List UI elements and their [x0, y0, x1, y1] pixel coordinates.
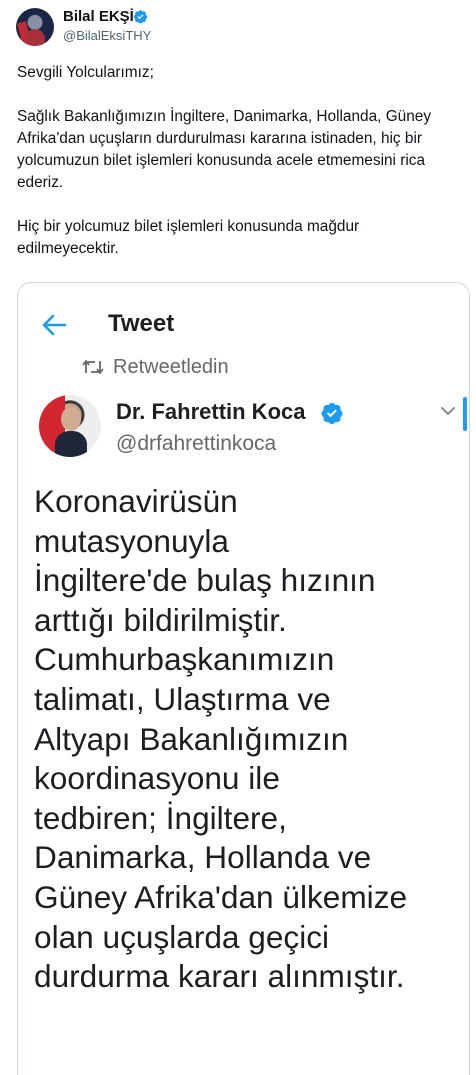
scrollbar-indicator	[463, 397, 467, 431]
embedded-author-name: Dr. Fahrettin Koca	[116, 399, 306, 424]
embedded-page-title: Tweet	[108, 310, 175, 337]
retweet-indicator: Retweetledin	[82, 355, 382, 381]
tweet-header: Bilal EKŞİ @BilalEksiTHY	[14, 6, 462, 50]
attached-image-card[interactable]: Tweet Retweetledin Dr. Fahrettin Koca @d…	[17, 282, 470, 1075]
embedded-verified-badge-icon	[321, 403, 343, 424]
tweet-paragraph-greeting: Sevgili Yolcularımız;	[17, 64, 154, 81]
avatar-face	[61, 407, 81, 431]
retweet-label: Retweetledin	[113, 356, 229, 378]
back-arrow-icon	[42, 314, 67, 336]
tweet-text: Sevgili Yolcularımız; Sağlık Bakanlığımı…	[17, 62, 463, 260]
chevron-down-icon	[441, 407, 455, 416]
avatar-body	[55, 431, 87, 457]
embedded-author-handle: @drfahrettinkoca	[116, 432, 277, 455]
avatar-decoration	[17, 21, 32, 46]
tweet-paragraph-assurance: Hiç bir yolcumuz bilet işlemleri konusun…	[17, 218, 360, 257]
embedded-author-avatar	[39, 395, 101, 457]
tweet-paragraph-announcement: Sağlık Bakanlığımızın İngiltere, Danimar…	[17, 108, 432, 191]
author-avatar[interactable]	[16, 8, 54, 46]
author-name[interactable]: Bilal EKŞİ	[63, 8, 134, 25]
verified-badge-icon	[133, 10, 148, 24]
retweet-icon	[82, 360, 104, 374]
embedded-tweet-body: Koronavirüsün mutasyonuyla İngiltere'de …	[34, 483, 408, 995]
embedded-app-bar: Tweet	[18, 283, 469, 363]
author-handle[interactable]: @BilalEksiTHY	[63, 28, 151, 43]
